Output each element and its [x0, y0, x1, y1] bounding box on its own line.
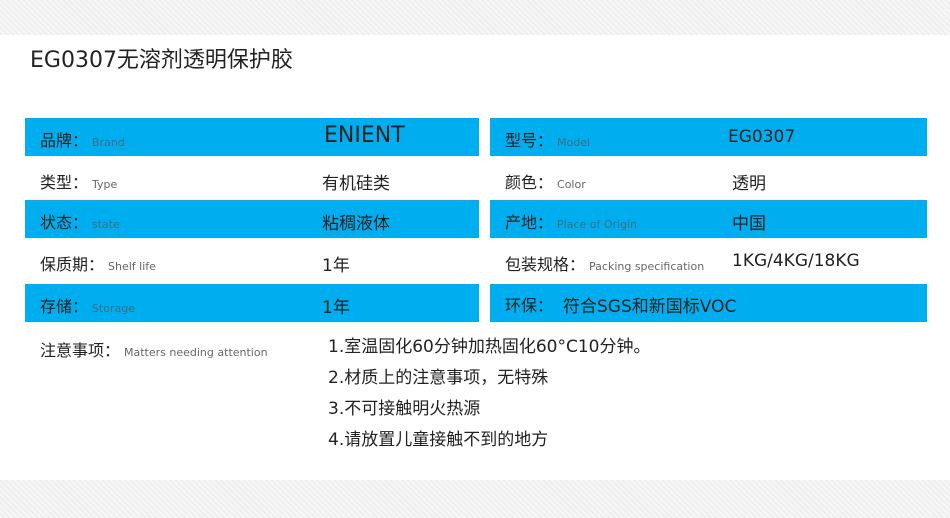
eco-value: 符合SGS和新国标VOC — [563, 297, 737, 317]
packing-value: 1KG/4KG/18KG — [732, 251, 860, 271]
notes-label-block: 注意事项： Matters needing attention — [40, 337, 268, 361]
packing-label: 包装规格： Packing specification — [505, 255, 705, 274]
origin-label: 产地： Place of Origin — [505, 213, 638, 232]
spec-row-color: 颜色： Color 透明 — [490, 160, 927, 198]
color-value: 透明 — [732, 174, 766, 194]
shelf-life-value: 1年 — [322, 256, 350, 276]
brand-label: 品牌： Brand — [40, 131, 125, 150]
spec-row-type: 类型： Type 有机硅类 — [25, 160, 479, 198]
note-item: 2.材质上的注意事项，无特殊 — [328, 368, 549, 388]
brand-value: ENIENT — [324, 123, 405, 148]
spec-row-shelf-life: 保质期： Shelf life 1年 — [25, 242, 479, 280]
state-label: 状态： state — [40, 213, 120, 232]
model-value: EG0307 — [728, 127, 796, 147]
page: EG0307无溶剂透明保护胶 品牌： Brand ENIENT 型号： Model … — [0, 0, 950, 518]
note-item: 1.室温固化60分钟加热固化60°C10分钟。 — [328, 337, 651, 357]
notes-list: 1.室温固化60分钟加热固化60°C10分钟。 2.材质上的注意事项，无特殊 3… — [328, 336, 651, 460]
note-item: 4.请放置儿童接触不到的地方 — [328, 430, 549, 450]
storage-label: 存储： Storage — [40, 297, 136, 316]
spec-row-origin: 产地： Place of Origin 中国 — [490, 200, 927, 238]
spec-row-eco: 环保： 符合SGS和新国标VOC — [490, 284, 927, 322]
state-value: 粘稠液体 — [322, 214, 390, 234]
type-value: 有机硅类 — [322, 174, 390, 194]
spec-row-storage: 存储： Storage 1年 — [25, 284, 479, 322]
spec-row-model: 型号： Model EG0307 — [490, 118, 927, 156]
color-label: 颜色： Color — [505, 173, 586, 192]
spec-row-packing: 包装规格： Packing specification 1KG/4KG/18KG — [490, 242, 927, 280]
storage-value: 1年 — [322, 298, 350, 318]
shelf-life-label: 保质期： Shelf life — [40, 255, 156, 274]
product-title: EG0307无溶剂透明保护胶 — [30, 48, 293, 73]
eco-label: 环保： — [505, 296, 554, 315]
notes-label: 注意事项： Matters needing attention — [40, 341, 268, 360]
origin-value: 中国 — [732, 214, 766, 234]
model-label: 型号： Model — [505, 131, 591, 150]
type-label: 类型： Type — [40, 173, 118, 192]
note-item: 3.不可接触明火热源 — [328, 399, 481, 419]
spec-row-brand: 品牌： Brand ENIENT — [25, 118, 479, 156]
spec-row-state: 状态： state 粘稠液体 — [25, 200, 479, 238]
